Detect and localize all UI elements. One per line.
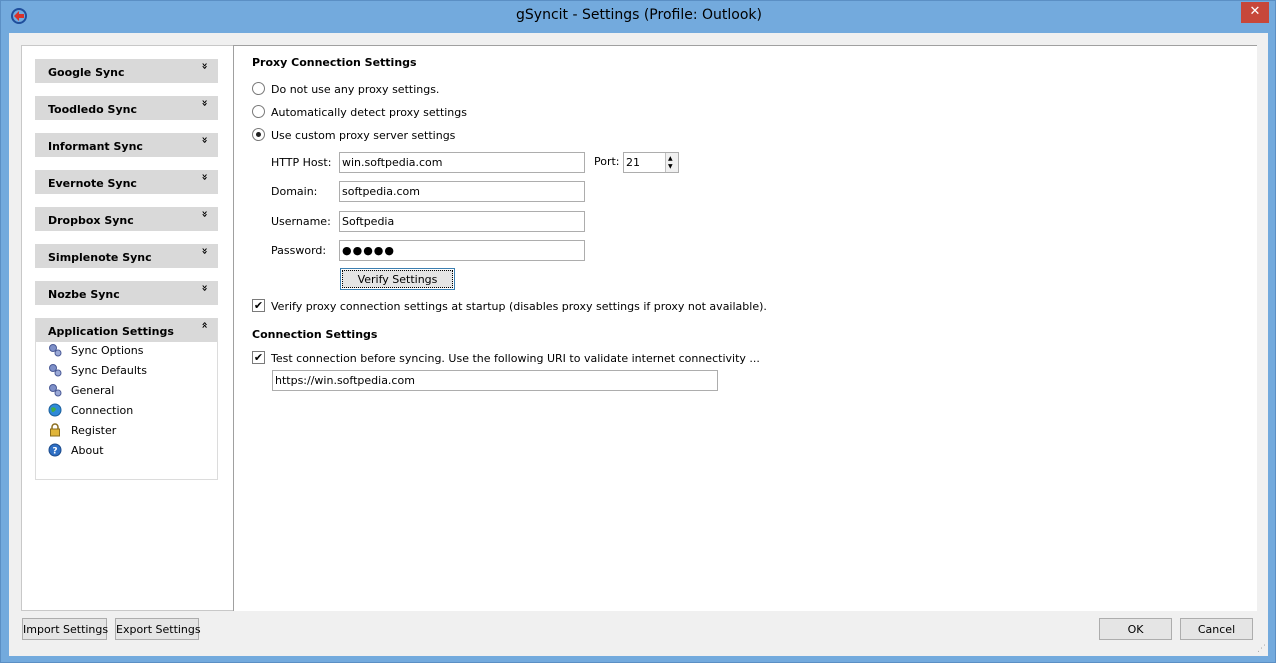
checkbox[interactable]: ✔ <box>252 351 265 364</box>
domain-input[interactable]: softpedia.com <box>339 181 585 202</box>
section-informant-sync[interactable]: Informant Sync » <box>35 133 218 157</box>
chevron-down-icon: » <box>198 136 212 144</box>
chevron-down-icon: » <box>198 62 212 70</box>
resize-grip-icon[interactable]: ⋰ <box>1257 644 1266 654</box>
gears-icon <box>49 384 62 397</box>
sidebar-item-label: About <box>71 444 104 457</box>
gears-icon <box>49 344 62 357</box>
cancel-button[interactable]: Cancel <box>1180 618 1253 640</box>
radio-button[interactable] <box>252 82 265 95</box>
section-simplenote-sync[interactable]: Simplenote Sync » <box>35 244 218 268</box>
checkbox-label: Verify proxy connection settings at star… <box>271 300 767 313</box>
window-title: gSyncit - Settings (Profile: Outlook) <box>516 7 762 23</box>
uri-input[interactable]: https://win.softpedia.com <box>272 370 718 391</box>
globe-icon <box>48 403 62 417</box>
connection-settings-panel: Proxy Connection Settings Do not use any… <box>233 45 1257 611</box>
title-bar[interactable]: gSyncit - Settings (Profile: Outlook) ✕ <box>1 1 1276 33</box>
proxy-section-title: Proxy Connection Settings <box>252 56 417 69</box>
port-value: 21 <box>626 156 640 169</box>
section-label: Informant Sync <box>48 140 143 153</box>
checkbox-label: Test connection before syncing. Use the … <box>271 352 760 365</box>
chevron-down-icon: » <box>198 284 212 292</box>
connection-section-title: Connection Settings <box>252 328 378 341</box>
section-label: Simplenote Sync <box>48 251 152 264</box>
sidebar-item-label: Connection <box>71 404 134 417</box>
username-input[interactable]: Softpedia <box>339 211 585 232</box>
chevron-down-icon: » <box>198 210 212 218</box>
chevron-down-icon: » <box>198 99 212 107</box>
application-settings-list: Sync Options Sync Defaults General Conne… <box>35 320 218 480</box>
checkbox[interactable]: ✔ <box>252 299 265 312</box>
password-input[interactable]: ●●●●● <box>339 240 585 261</box>
password-label: Password: <box>271 244 327 257</box>
section-toodledo-sync[interactable]: Toodledo Sync » <box>35 96 218 120</box>
sidebar: Google Sync » Toodledo Sync » Informant … <box>21 45 234 611</box>
close-button[interactable]: ✕ <box>1241 2 1269 23</box>
section-label: Toodledo Sync <box>48 103 137 116</box>
chevron-down-icon: » <box>198 173 212 181</box>
settings-window: gSyncit - Settings (Profile: Outlook) ✕ … <box>0 0 1276 663</box>
port-stepper[interactable]: 21 ▲ ▼ <box>623 152 679 173</box>
sidebar-item-label: Register <box>71 424 117 437</box>
radio-button[interactable] <box>252 128 265 141</box>
export-settings-button[interactable]: Export Settings <box>115 618 201 640</box>
verify-settings-button[interactable]: Verify Settings <box>340 268 455 290</box>
section-dropbox-sync[interactable]: Dropbox Sync » <box>35 207 218 231</box>
http-host-label: HTTP Host: <box>271 156 332 169</box>
port-spinner[interactable]: ▲ ▼ <box>665 153 678 172</box>
section-label: Dropbox Sync <box>48 214 134 227</box>
username-label: Username: <box>271 215 331 228</box>
chevron-down-icon: » <box>198 247 212 255</box>
radio-label: Use custom proxy server settings <box>271 129 456 142</box>
radio-label: Automatically detect proxy settings <box>271 106 467 119</box>
radio-button[interactable] <box>252 105 265 118</box>
svg-text:?: ? <box>52 447 57 457</box>
sidebar-item-label: General <box>71 384 115 397</box>
http-host-input[interactable]: win.softpedia.com <box>339 152 585 173</box>
client-area: Google Sync » Toodledo Sync » Informant … <box>9 33 1268 656</box>
port-label: Port: <box>594 155 620 168</box>
spin-down-icon[interactable]: ▼ <box>668 164 673 170</box>
lock-icon <box>50 423 60 437</box>
import-settings-button[interactable]: Import Settings <box>22 618 108 640</box>
section-label: Evernote Sync <box>48 177 137 190</box>
domain-label: Domain: <box>271 185 318 198</box>
section-evernote-sync[interactable]: Evernote Sync » <box>35 170 218 194</box>
section-google-sync[interactable]: Google Sync » <box>35 59 218 83</box>
radio-label: Do not use any proxy settings. <box>271 83 440 96</box>
help-icon: ? <box>48 443 62 457</box>
section-nozbe-sync[interactable]: Nozbe Sync » <box>35 281 218 305</box>
spin-up-icon[interactable]: ▲ <box>668 156 673 162</box>
sidebar-item-label: Sync Options <box>71 344 144 357</box>
gears-icon <box>49 364 62 377</box>
section-label: Google Sync <box>48 66 125 79</box>
ok-button[interactable]: OK <box>1099 618 1172 640</box>
section-label: Nozbe Sync <box>48 288 120 301</box>
sidebar-item-label: Sync Defaults <box>71 364 147 377</box>
